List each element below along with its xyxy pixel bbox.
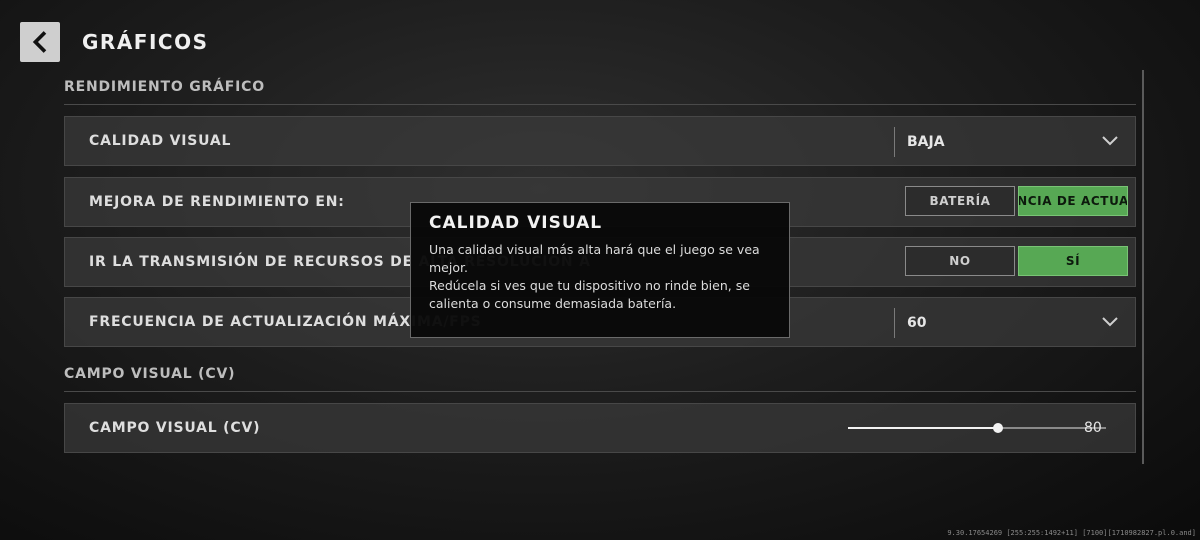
tooltip-line-2: Redúcela si ves que tu dispositivo no ri… xyxy=(429,278,750,311)
dropdown-value: 60 xyxy=(907,315,927,331)
setting-label: CALIDAD VISUAL xyxy=(89,133,232,149)
slider-thumb[interactable] xyxy=(992,423,1003,433)
tooltip-title: CALIDAD VISUAL xyxy=(429,213,603,233)
slider-fill xyxy=(848,427,998,429)
page-title: GRÁFICOS xyxy=(82,30,209,54)
slider-value: 80 xyxy=(1084,420,1102,436)
frecuencia-dropdown[interactable]: 60 xyxy=(894,308,1136,338)
back-button[interactable] xyxy=(20,22,60,62)
setting-row-calidad-visual[interactable]: CALIDAD VISUAL BAJA xyxy=(64,116,1136,166)
chevron-left-icon xyxy=(32,31,47,53)
calidad-visual-dropdown[interactable]: BAJA xyxy=(894,127,1136,157)
setting-label: CAMPO VISUAL (CV) xyxy=(89,420,261,436)
tooltip-body: Una calidad visual más alta hará que el … xyxy=(429,241,771,313)
campo-visual-slider[interactable] xyxy=(848,423,1106,433)
setting-label: MEJORA DE RENDIMIENTO EN: xyxy=(89,194,345,210)
scrollbar[interactable] xyxy=(1142,70,1144,464)
tooltip-line-1: Una calidad visual más alta hará que el … xyxy=(429,242,760,275)
option-no-button[interactable]: NO xyxy=(905,246,1015,276)
setting-row-campo-visual: CAMPO VISUAL (CV) 80 xyxy=(64,403,1136,453)
tooltip-calidad-visual: CALIDAD VISUAL Una calidad visual más al… xyxy=(410,202,790,338)
option-bateria-button[interactable]: BATERÍA xyxy=(905,186,1015,216)
dropdown-value: BAJA xyxy=(907,134,945,150)
section-header-rendimiento: RENDIMIENTO GRÁFICO xyxy=(64,79,1136,105)
option-frecuencia-button[interactable]: NCIA DE ACTUA xyxy=(1018,186,1128,216)
option-si-button[interactable]: SÍ xyxy=(1018,246,1128,276)
build-info: 9.30.17654269 [255:255:1492+11] [7100][1… xyxy=(947,529,1196,537)
section-header-campo-visual: CAMPO VISUAL (CV) xyxy=(64,366,1136,392)
header: GRÁFICOS xyxy=(20,22,520,62)
chevron-down-icon xyxy=(1102,136,1118,146)
chevron-down-icon xyxy=(1102,317,1118,327)
